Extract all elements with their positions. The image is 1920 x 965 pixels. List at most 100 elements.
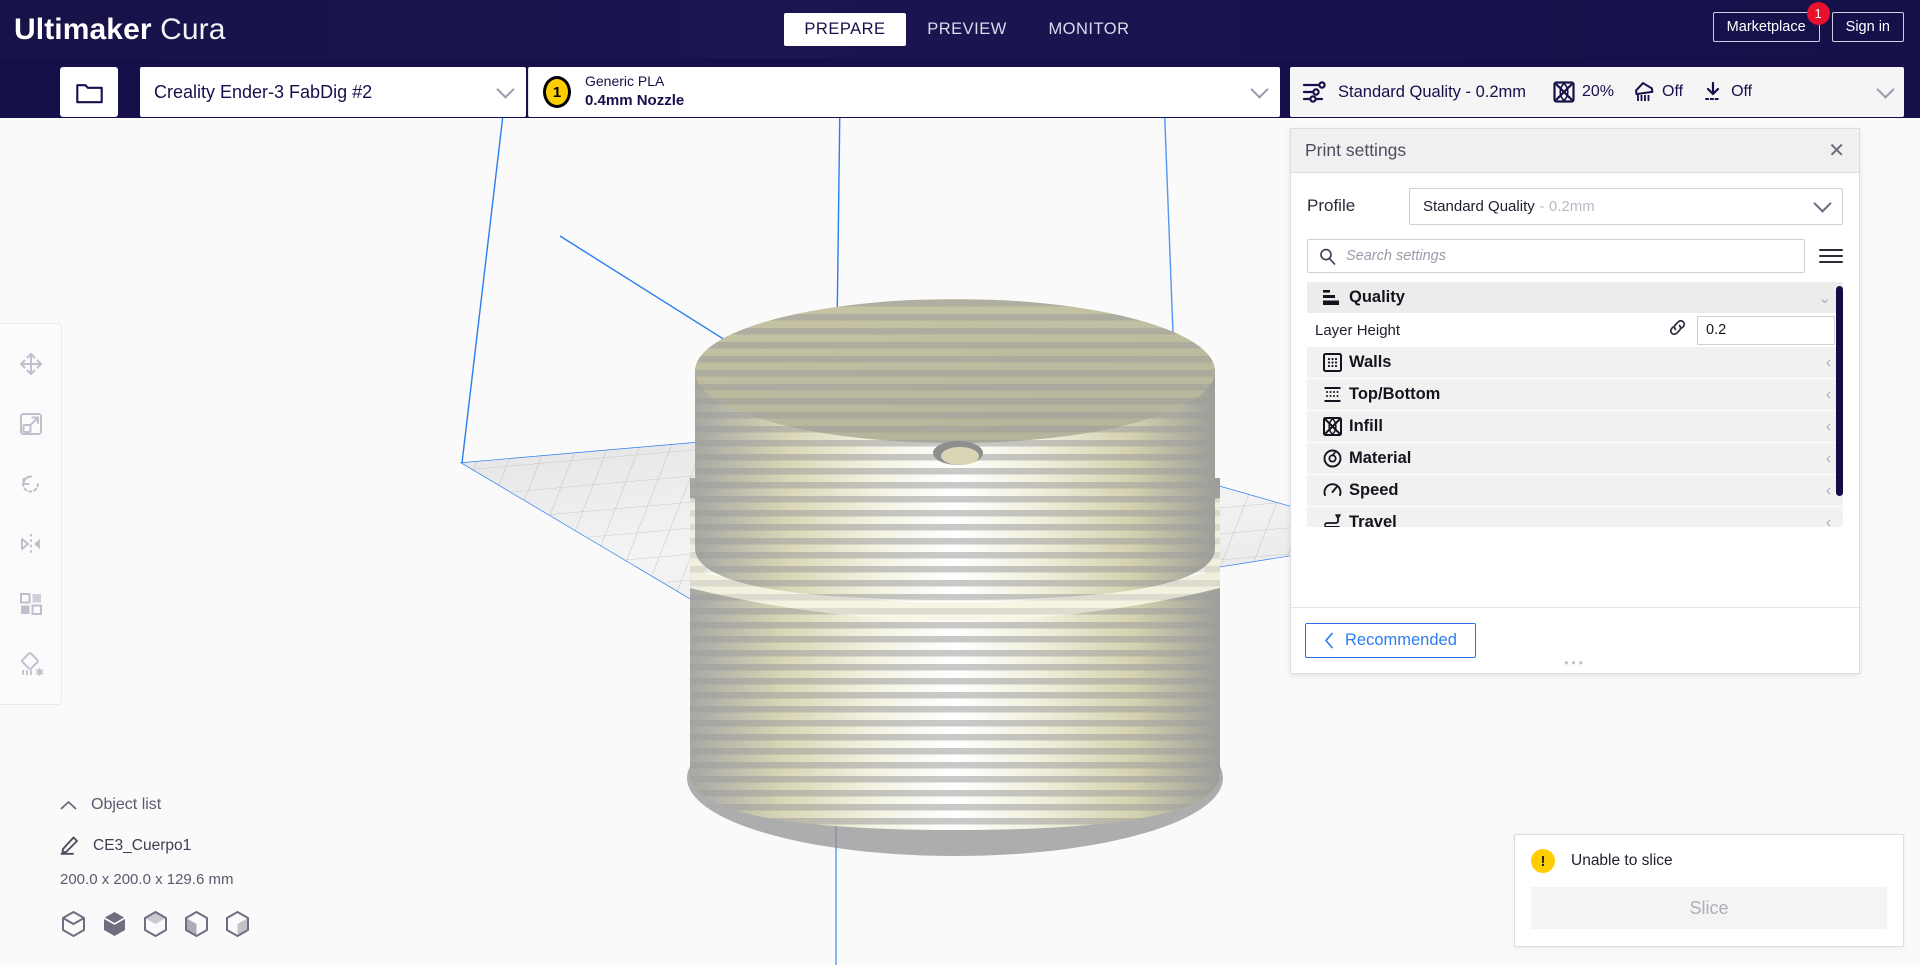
print-settings-header: Print settings ✕ [1291, 129, 1859, 173]
recommended-mode-button[interactable]: Recommended [1305, 623, 1476, 658]
per-model-icon [20, 593, 42, 615]
category-label: Infill [1349, 417, 1383, 435]
brand-bold: Ultimaker [14, 12, 152, 46]
infill-icon [1315, 417, 1349, 436]
category-speed[interactable]: Speed ‹ [1307, 475, 1843, 506]
folder-icon [75, 83, 103, 103]
settings-list[interactable]: Quality ⌄ Layer Height mm [1307, 282, 1843, 527]
layer-height-input[interactable] [1706, 322, 1843, 338]
infill-icon [1553, 81, 1575, 103]
object-list-title: Object list [91, 796, 162, 813]
speed-icon [1315, 481, 1349, 500]
category-walls[interactable]: Walls ‹ [1307, 347, 1843, 378]
front-view-icon [185, 911, 208, 937]
slice-warning-text: Unable to slice [1571, 852, 1673, 869]
resize-grip[interactable]: ••• [1564, 656, 1586, 670]
print-settings-title: Print settings [1305, 140, 1407, 160]
main-tabs: PREPARE PREVIEW MONITOR [784, 13, 1150, 46]
rotate-tool-button[interactable] [0, 454, 62, 514]
view-mode-buttons [60, 910, 251, 943]
print-settings-body: Profile Standard Quality - 0.2mm Search … [1291, 173, 1859, 527]
pencil-icon [60, 836, 78, 855]
adhesion-icon [1705, 81, 1722, 100]
profile-dropdown[interactable]: Standard Quality - 0.2mm [1409, 187, 1843, 225]
search-settings-box[interactable] [1307, 239, 1805, 273]
per-model-settings-button[interactable] [0, 574, 62, 634]
move-tool-button[interactable] [0, 334, 62, 394]
tab-prepare[interactable]: PREPARE [784, 13, 906, 46]
object-name: CE3_Cuerpo1 [93, 836, 192, 854]
summary-adhesion: Off [1702, 81, 1752, 103]
machine-selector[interactable]: Creality Ender-3 FabDig #2 [140, 67, 526, 117]
extruder-selector[interactable]: 1 Generic PLA 0.4mm Nozzle [528, 67, 1280, 117]
layer-view-button[interactable] [142, 910, 169, 943]
category-label: Material [1349, 449, 1412, 467]
tab-monitor[interactable]: MONITOR [1028, 13, 1150, 46]
sign-in-label: Sign in [1845, 19, 1890, 35]
category-quality[interactable]: Quality ⌄ [1307, 282, 1843, 313]
profile-value: Standard Quality [1423, 197, 1535, 215]
marketplace-badge: 1 [1806, 2, 1830, 25]
chevron-down-icon [1813, 194, 1832, 213]
infill-value: 20% [1582, 83, 1615, 100]
category-label: Top/Bottom [1349, 385, 1441, 403]
x-ray-view-icon [103, 912, 126, 936]
print-settings-footer: Recommended ••• [1291, 607, 1859, 673]
marketplace-button[interactable]: Marketplace 1 [1712, 2, 1830, 42]
layer-view-icon [144, 911, 167, 937]
mirror-icon [21, 534, 40, 554]
profile-label: Profile [1307, 196, 1356, 215]
category-top-bottom[interactable]: Top/Bottom ‹ [1307, 379, 1843, 410]
link-icon[interactable] [1668, 318, 1687, 342]
top-bar: Ultimaker Cura PREPARE PREVIEW MONITOR M… [0, 0, 1920, 59]
scale-tool-button[interactable] [0, 394, 62, 454]
sliders-icon [1302, 81, 1326, 103]
hamburger-icon[interactable] [1819, 245, 1843, 268]
sign-in-button[interactable]: Sign in [1831, 12, 1904, 42]
chevron-down-icon [1250, 80, 1269, 99]
support-blocker-button[interactable]: ✱ [0, 634, 62, 694]
mirror-tool-button[interactable] [0, 514, 62, 574]
summary-infill: 20% [1553, 81, 1614, 103]
svg-text:✱: ✱ [35, 667, 44, 677]
category-travel[interactable]: Travel ‹ [1307, 507, 1843, 527]
profile-row: Profile Standard Quality - 0.2mm [1307, 173, 1843, 239]
support-icon [1635, 82, 1654, 101]
marketplace-label: Marketplace [1726, 19, 1806, 35]
x-ray-view-button[interactable] [101, 910, 128, 943]
solid-view-button[interactable] [60, 910, 87, 943]
category-infill[interactable]: Infill ‹ [1307, 411, 1843, 442]
search-input[interactable] [1346, 248, 1793, 264]
chevron-up-icon [60, 800, 77, 809]
print-settings-summary-button[interactable]: Standard Quality - 0.2mm 20% Off Off [1290, 67, 1904, 117]
material-name: Generic PLA [585, 73, 665, 90]
slice-button[interactable]: Slice [1531, 887, 1887, 929]
tab-preview[interactable]: PREVIEW [906, 13, 1028, 46]
settings-scrollbar[interactable] [1836, 286, 1843, 496]
machine-name: Creality Ender-3 FabDig #2 [154, 81, 373, 102]
layer-height-field[interactable]: mm [1697, 315, 1843, 345]
profile-suffix: - 0.2mm [1539, 197, 1595, 215]
iso-view-button[interactable] [224, 910, 251, 943]
iso-view-icon [226, 911, 249, 937]
exclamation-icon: ! [1531, 849, 1555, 873]
chevron-down-icon [496, 80, 515, 99]
list-item[interactable]: CE3_Cuerpo1 [60, 836, 251, 855]
adhesion-value: Off [1731, 83, 1753, 100]
rotate-icon [22, 475, 39, 493]
close-icon[interactable]: ✕ [1828, 141, 1845, 161]
front-view-button[interactable] [183, 910, 210, 943]
slice-panel: ! Unable to slice Slice [1514, 834, 1904, 947]
open-file-button[interactable] [60, 67, 118, 117]
brand-light: Cura [160, 12, 226, 46]
machine-toolbar: Creality Ender-3 FabDig #2 1 Generic PLA… [0, 59, 1920, 118]
model-tools-panel: ✱ [0, 323, 62, 705]
model-3d-CE3_Cuerpo1 [690, 299, 1220, 830]
object-list-toggle[interactable]: Object list [60, 796, 251, 814]
setting-label: Layer Height [1315, 321, 1401, 339]
summary-profile: Standard Quality - 0.2mm [1338, 82, 1526, 101]
recommended-label: Recommended [1345, 631, 1457, 649]
category-material[interactable]: Material ‹ [1307, 443, 1843, 474]
chevron-down-icon [1876, 80, 1895, 99]
category-label: Speed [1349, 481, 1399, 499]
